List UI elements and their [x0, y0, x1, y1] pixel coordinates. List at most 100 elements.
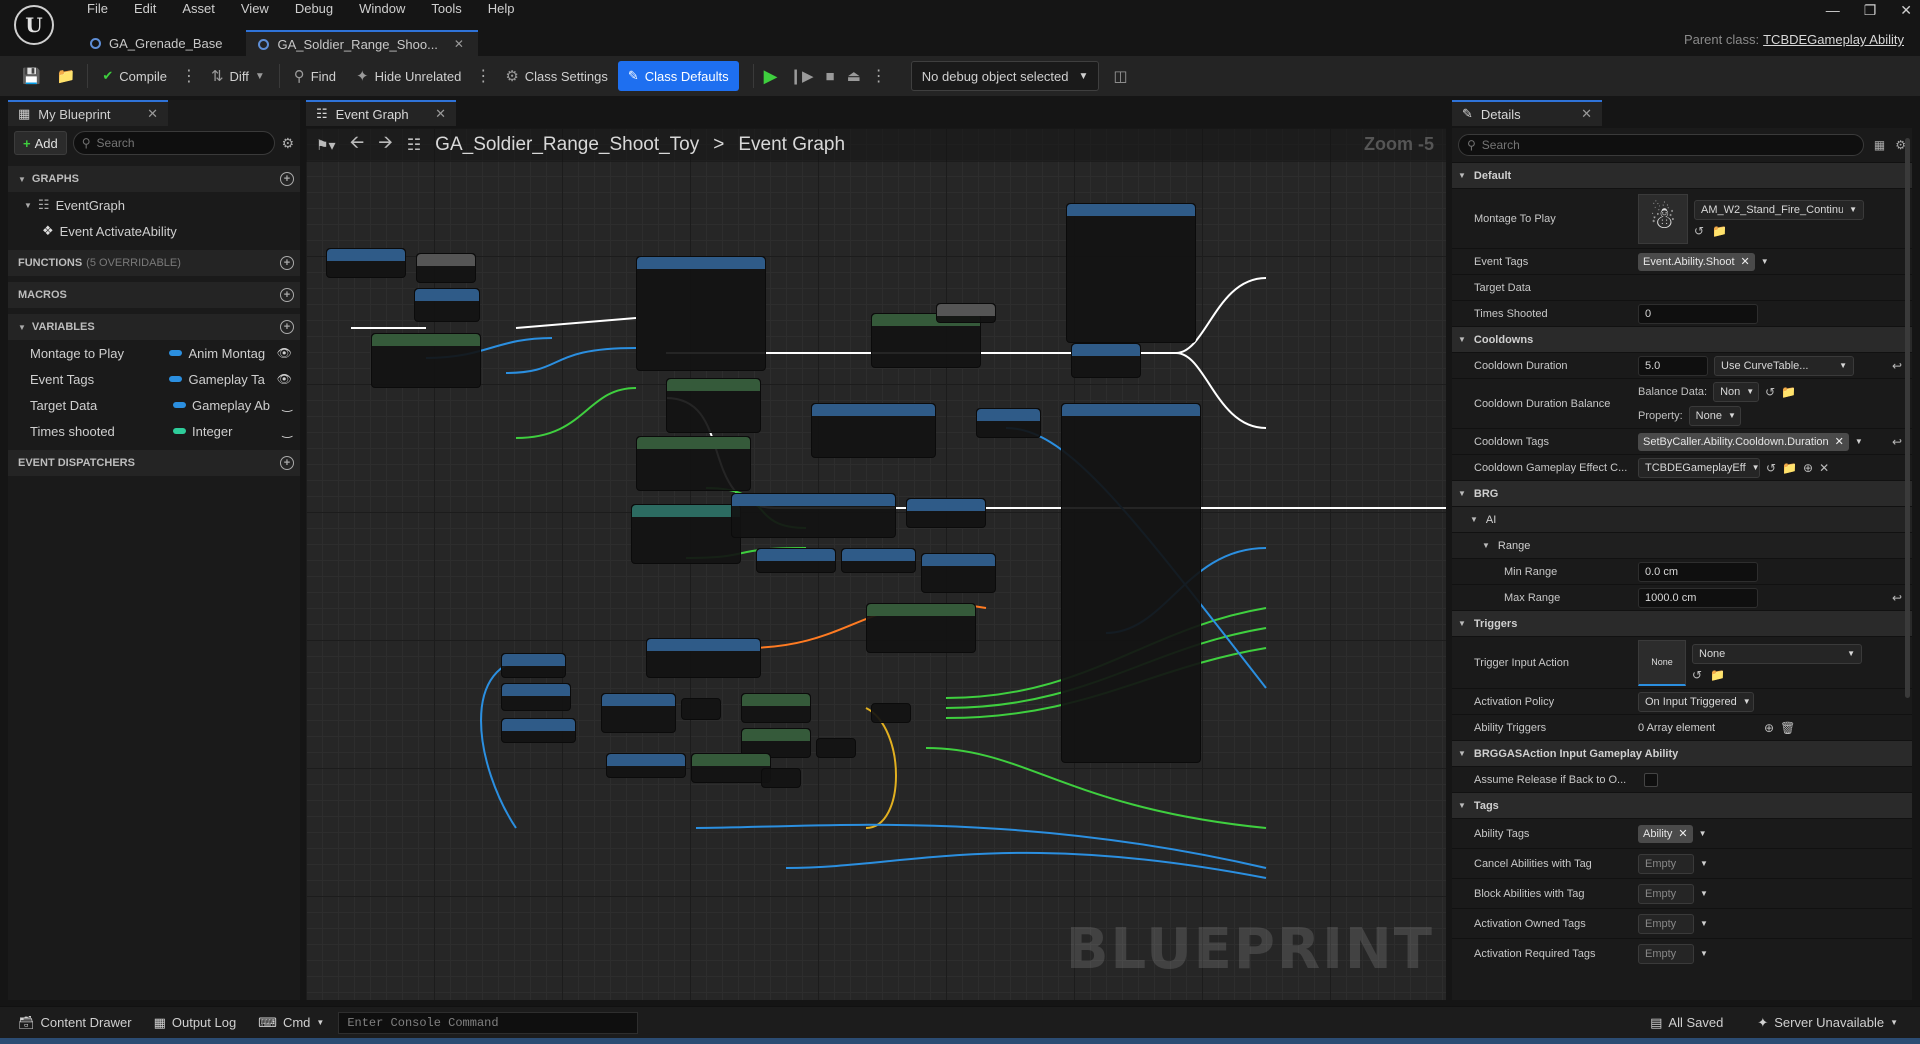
- graph-node[interactable]: [816, 738, 856, 758]
- category-ai[interactable]: ▼ AI: [1452, 506, 1912, 532]
- menu-file[interactable]: File: [74, 1, 121, 16]
- play-button[interactable]: ▶: [758, 61, 784, 91]
- macros-section[interactable]: MACROS +: [8, 282, 300, 308]
- chevron-down-icon[interactable]: ▼: [1761, 257, 1769, 266]
- graph-node[interactable]: [691, 753, 771, 783]
- chevron-down-icon[interactable]: ▼: [1700, 919, 1708, 928]
- restore-icon[interactable]: ❐: [1864, 2, 1877, 19]
- menu-help[interactable]: Help: [475, 1, 528, 16]
- graph-node[interactable]: [906, 498, 986, 528]
- clear-icon[interactable]: ✕: [1819, 461, 1829, 475]
- close-icon[interactable]: ✕: [454, 37, 464, 51]
- graph-node[interactable]: [631, 504, 741, 564]
- content-drawer-button[interactable]: 🗃 Content Drawer: [10, 1010, 140, 1036]
- montage-asset-picker[interactable]: AM_W2_Stand_Fire_Continuc ▼: [1694, 199, 1864, 220]
- menu-tools[interactable]: Tools: [418, 1, 474, 16]
- tab-ga-soldier-range-shoot[interactable]: GA_Soldier_Range_Shoo... ✕: [246, 30, 478, 56]
- console-command-input[interactable]: Enter Console Command: [338, 1011, 639, 1034]
- reset-arrow-icon[interactable]: ↩: [1892, 435, 1902, 449]
- menu-window[interactable]: Window: [346, 1, 418, 16]
- cooldown-duration-field[interactable]: 5.0: [1638, 355, 1708, 376]
- add-circle-icon[interactable]: ⊕: [1764, 721, 1774, 735]
- use-selected-icon[interactable]: ↺: [1692, 668, 1702, 682]
- graph-node[interactable]: [416, 253, 476, 283]
- details-scrollbar[interactable]: [1905, 138, 1910, 698]
- graph-node[interactable]: [761, 768, 801, 788]
- category-cooldowns[interactable]: ▼ Cooldowns: [1452, 326, 1912, 352]
- use-selected-icon[interactable]: ↺: [1765, 385, 1775, 399]
- graph-node[interactable]: [731, 493, 896, 538]
- graph-node[interactable]: [414, 288, 480, 322]
- diff-button[interactable]: ⇅ Diff ▼: [201, 61, 275, 91]
- graph-node[interactable]: [756, 548, 836, 573]
- remove-tag-icon[interactable]: ✕: [1835, 435, 1844, 448]
- my-blueprint-tab[interactable]: ▦ My Blueprint ✕: [8, 100, 168, 126]
- browse-button[interactable]: 📁: [49, 61, 84, 91]
- output-log-button[interactable]: ▦ Output Log: [146, 1010, 245, 1036]
- class-settings-button[interactable]: ⚙ Class Settings: [495, 61, 618, 91]
- remove-tag-icon[interactable]: ✕: [1741, 255, 1750, 268]
- use-selected-icon[interactable]: ↺: [1766, 461, 1776, 475]
- graph-node[interactable]: [1066, 203, 1196, 343]
- add-circle-icon[interactable]: ⊕: [1803, 461, 1813, 475]
- category-default[interactable]: ▼ Default: [1452, 162, 1912, 188]
- add-macro-icon[interactable]: +: [280, 288, 294, 302]
- tree-item-event-activate[interactable]: ❖ Event ActivateAbility: [8, 218, 300, 244]
- graph-node[interactable]: [371, 333, 481, 388]
- graph-node[interactable]: [636, 436, 751, 491]
- eye-icon[interactable]: 👁: [277, 372, 292, 386]
- graph-node[interactable]: [841, 548, 916, 573]
- graph-node[interactable]: [936, 303, 996, 323]
- variable-row-times-shooted[interactable]: Times shooted Integer ‿: [8, 418, 300, 444]
- browse-folder-icon[interactable]: 📁: [1782, 461, 1797, 475]
- graph-node[interactable]: [501, 653, 566, 678]
- chevron-down-icon[interactable]: ▼: [1700, 859, 1708, 868]
- details-search[interactable]: ⚲: [1458, 134, 1864, 156]
- close-window-icon[interactable]: ✕: [1900, 2, 1912, 19]
- category-range[interactable]: ▼ Range: [1452, 532, 1912, 558]
- cmd-select[interactable]: ⌨ Cmd ▼: [250, 1010, 332, 1036]
- event-graph-canvas[interactable]: ⚑▾ 🡨 🡪 ☷ GA_Soldier_Range_Shoot_Toy > Ev…: [306, 128, 1446, 1000]
- graph-node[interactable]: [1071, 343, 1141, 378]
- graph-node[interactable]: [606, 753, 686, 778]
- times-shooted-field[interactable]: 0: [1638, 303, 1758, 324]
- eye-closed-icon[interactable]: ‿: [282, 424, 292, 438]
- category-tags[interactable]: ▼ Tags: [1452, 792, 1912, 818]
- category-brg[interactable]: ▼ BRG: [1452, 480, 1912, 506]
- graph-node[interactable]: [666, 378, 761, 433]
- graphs-section[interactable]: ▼ GRAPHS +: [8, 166, 300, 192]
- hide-options-icon[interactable]: ⋮: [471, 66, 495, 86]
- close-icon[interactable]: ✕: [1581, 106, 1592, 122]
- debug-filter-icon[interactable]: ◫: [1113, 67, 1127, 85]
- category-brgas-action[interactable]: ▼ BRGGASAction Input Gameplay Ability: [1452, 740, 1912, 766]
- tag-container-empty[interactable]: Empty: [1638, 913, 1694, 934]
- assume-release-checkbox[interactable]: [1644, 772, 1658, 787]
- parent-class-link[interactable]: TCBDEGameplay Ability: [1763, 32, 1904, 47]
- graph-node[interactable]: [921, 553, 996, 593]
- debug-object-select[interactable]: No debug object selected ▼: [910, 61, 1100, 91]
- browse-folder-icon[interactable]: 📁: [1710, 668, 1725, 682]
- all-saved-button[interactable]: ▤ All Saved: [1642, 1010, 1731, 1036]
- chevron-down-icon[interactable]: ▼: [1855, 437, 1863, 446]
- variables-section[interactable]: ▼ VARIABLES +: [8, 314, 300, 340]
- graph-node[interactable]: [501, 718, 576, 743]
- cooldown-effect-picker[interactable]: TCBDEGameplayEff ▼: [1638, 457, 1760, 478]
- max-range-field[interactable]: 1000.0 cm: [1638, 587, 1758, 608]
- my-blueprint-search[interactable]: ⚲: [72, 131, 276, 155]
- graph-node[interactable]: [741, 693, 811, 723]
- graph-node[interactable]: [601, 693, 676, 733]
- tab-ga-grenade-base[interactable]: GA_Grenade_Base: [78, 30, 236, 56]
- trigger-input-picker[interactable]: None ▼: [1692, 643, 1862, 664]
- add-graph-icon[interactable]: +: [280, 172, 294, 186]
- save-button[interactable]: 💾: [14, 61, 49, 91]
- graph-node[interactable]: [866, 603, 976, 653]
- details-tab[interactable]: ✎ Details ✕: [1452, 100, 1602, 126]
- step-button[interactable]: ❙▶: [783, 61, 819, 91]
- tag-chip[interactable]: Event.Ability.Shoot ✕: [1638, 252, 1755, 271]
- graph-node[interactable]: [501, 683, 571, 711]
- menu-edit[interactable]: Edit: [121, 1, 169, 16]
- tag-container-empty[interactable]: Empty: [1638, 853, 1694, 874]
- browse-folder-icon[interactable]: 📁: [1781, 385, 1796, 399]
- table-view-icon[interactable]: ▦: [1874, 138, 1885, 152]
- event-dispatchers-section[interactable]: EVENT DISPATCHERS +: [8, 450, 300, 476]
